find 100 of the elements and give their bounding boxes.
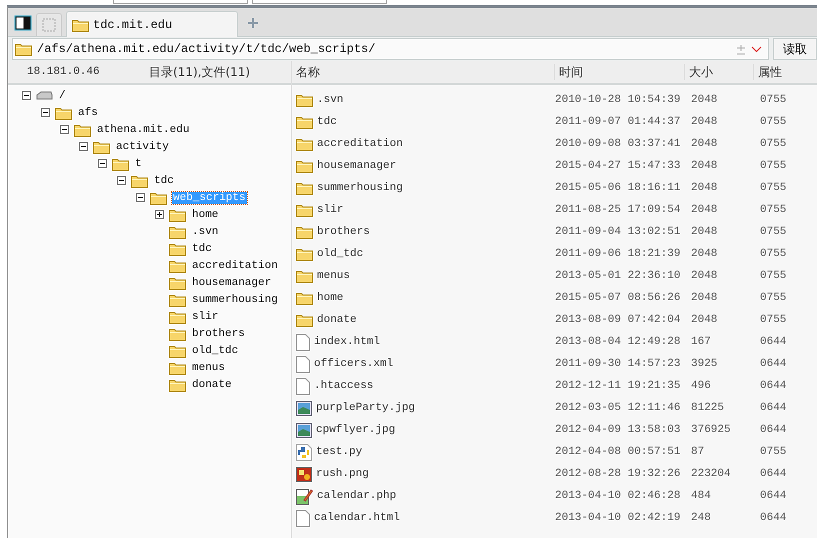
file-size: 2048 [691,292,718,304]
tree-item[interactable]: summerhousing [191,294,279,306]
tree-item[interactable]: / [58,90,67,102]
file-time: 2011-09-06 18:21:39 [555,248,682,260]
folder-icon [296,225,313,239]
file-name[interactable]: accreditation [317,138,403,150]
tree-item[interactable]: tdc [191,242,213,254]
file-time: 2011-09-30 14:57:23 [555,358,682,370]
file-name[interactable]: purpleParty.jpg [316,402,416,414]
file-name[interactable]: brothers [317,226,370,238]
folder-icon [296,159,313,173]
tree-item[interactable]: slir [191,310,220,322]
file-name[interactable]: calendar.php [317,490,396,502]
collapse-icon[interactable] [22,91,31,100]
document-icon [296,356,310,372]
file-name[interactable]: .svn [317,94,344,106]
folder-icon [169,258,186,272]
file-permissions: 0755 [760,248,786,260]
server-address: 18.181.0.46 [27,66,101,78]
collapse-icon[interactable] [98,159,107,168]
file-time: 2011-09-07 01:44:37 [555,116,682,128]
tree-item[interactable]: t [134,158,143,170]
column-header[interactable]: 名称 [292,64,554,80]
file-name[interactable]: tdc [317,116,337,128]
file-permissions: 0644 [760,424,786,436]
tree-item[interactable]: menus [191,362,226,374]
folder-icon [169,276,186,290]
file-size: 81225 [691,402,726,414]
file-time: 2010-10-28 10:54:39 [555,94,682,106]
file-size: 2048 [691,94,718,106]
dropdown-chevron-icon[interactable] [751,46,762,52]
file-name[interactable]: rush.png [316,468,369,480]
file-name[interactable]: home [317,292,344,304]
document-icon [296,334,310,350]
file-name[interactable]: index.html [314,336,380,348]
tree-item[interactable]: athena.mit.edu [96,124,190,136]
file-name[interactable]: slir [317,204,344,216]
file-permissions: 0644 [760,512,786,524]
file-permissions: 0644 [760,358,786,370]
file-name[interactable]: test.py [316,446,362,458]
folder-icon [296,247,313,261]
tree-item[interactable]: afs [77,106,99,118]
column-header[interactable]: 时间 [554,64,684,80]
file-name[interactable]: cpwflyer.jpg [316,424,396,436]
collapse-icon[interactable] [60,125,69,134]
folder-icon [55,106,72,120]
tree-item[interactable]: housemanager [191,276,272,288]
file-time: 2012-03-05 12:11:46 [555,402,682,414]
file-size: 2048 [691,226,718,238]
file-permissions: 0755 [760,204,786,216]
folder-icon [112,156,129,170]
file-name[interactable]: officers.xml [314,358,394,370]
folder-icon [74,122,91,136]
file-name[interactable]: donate [317,314,357,326]
column-header[interactable]: 属性 [753,64,817,80]
document-icon [296,378,310,394]
file-permissions: 0755 [760,116,786,128]
file-time: 2015-04-27 15:47:33 [555,160,682,172]
folder-icon [131,174,148,188]
expand-icon[interactable] [155,210,164,219]
tree-item[interactable]: old_tdc [191,344,240,356]
file-permissions: 0644 [760,336,786,348]
file-size: 484 [691,490,712,502]
collapse-icon[interactable] [136,193,145,202]
file-permissions: 0755 [760,314,786,326]
folder-icon [93,140,110,154]
file-size: 3925 [691,358,718,370]
tree-item[interactable]: .svn [191,226,220,238]
file-name[interactable]: summerhousing [317,182,403,194]
folder-icon [296,203,313,217]
file-permissions: 0755 [760,270,786,282]
column-header[interactable]: 大小 [684,64,753,80]
document-icon [296,510,310,526]
file-name[interactable]: calendar.html [314,512,400,524]
collapse-icon[interactable] [79,142,88,151]
file-permissions: 0755 [760,138,786,150]
file-name[interactable]: .htaccess [314,380,374,392]
tree-item[interactable]: brothers [191,328,246,340]
collapse-icon[interactable] [41,108,50,117]
file-time: 2013-04-10 02:46:28 [555,490,682,502]
file-time: 2011-08-25 17:09:54 [555,204,682,216]
tree-item[interactable]: accreditation [191,260,279,272]
path-field[interactable]: /afs/athena.mit.edu/activity/t/tdc/web_scripts/ [12,38,769,60]
landscape-image-icon [296,400,312,416]
tree-item[interactable]: tdc [153,174,175,186]
panel-toggle-icon[interactable] [14,15,32,31]
read-button[interactable]: 读取 [773,38,817,60]
notepad-pencil-icon [296,488,313,504]
folder-icon [169,360,186,374]
tree-item[interactable]: activity [115,140,170,152]
folder-icon [296,115,313,129]
tree-item[interactable]: home [191,208,220,220]
file-time: 2011-09-04 13:02:51 [555,226,682,238]
tree-item[interactable]: donate [191,378,233,390]
file-name[interactable]: housemanager [317,160,396,172]
file-name[interactable]: old_tdc [317,248,364,260]
tab[interactable]: tdc.mit.edu [66,11,238,37]
file-permissions: 0755 [760,94,786,106]
file-name[interactable]: menus [317,270,350,282]
collapse-icon[interactable] [117,176,126,185]
